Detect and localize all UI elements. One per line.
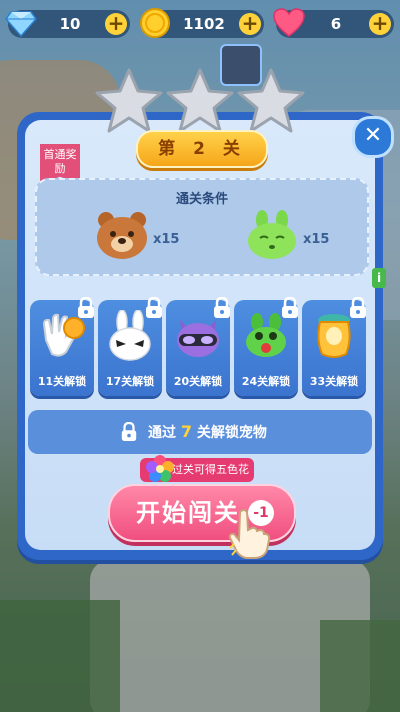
lives-counter: 6 +: [273, 8, 394, 38]
lock-icon: [144, 296, 164, 319]
star-icon: [94, 66, 164, 136]
lock-icon: [280, 296, 300, 319]
pet-unlock-label: 17关解锁: [105, 375, 155, 388]
add-lives-button[interactable]: +: [369, 13, 391, 35]
pet-slot[interactable]: 20关解锁: [166, 296, 232, 396]
lock-icon: [76, 296, 96, 319]
star-icon: [165, 66, 235, 136]
pet-unlock-label: 11关解锁: [37, 375, 87, 388]
lives-value: 6: [330, 15, 342, 33]
close-button[interactable]: ✕: [352, 116, 394, 158]
pet-unlock-label: 24关解锁: [241, 375, 291, 388]
unlock-level-count: 7: [180, 422, 193, 441]
coins-value: 1102: [183, 15, 225, 33]
goal-count: x15: [303, 232, 330, 247]
gems-value: 10: [59, 15, 81, 33]
coin-icon: [138, 6, 172, 40]
add-gems-button[interactable]: +: [105, 13, 127, 35]
bear-icon: [95, 210, 149, 264]
flower-icon: [146, 455, 174, 483]
unlock-suffix: 关解锁宠物: [192, 425, 267, 441]
goal-green-rabbit: x15: [245, 210, 345, 266]
goal-count: x15: [153, 232, 180, 247]
start-label: 开始闯关: [136, 499, 240, 527]
heart-icon: [272, 6, 306, 40]
gems-counter: 10 +: [5, 10, 130, 38]
pet-slot[interactable]: 33关解锁: [302, 296, 368, 396]
lock-icon: [212, 296, 232, 319]
pet-unlock-label: 20关解锁: [173, 375, 223, 388]
level-title: 第 2 关: [136, 130, 268, 168]
clear-conditions-box: 通关条件 x15 x15: [35, 178, 369, 276]
pet-unlock-label: 33关解锁: [309, 375, 359, 388]
coins-counter: 1102 +: [140, 8, 264, 38]
unlock-text: 通过 7 关解锁宠物: [148, 410, 267, 455]
diamond-icon: [4, 6, 38, 40]
pet-slot[interactable]: 17关解锁: [98, 296, 164, 396]
pointer-hand-icon: [226, 508, 272, 560]
lock-icon: [120, 421, 138, 442]
unlock-prefix: 通过: [148, 425, 181, 441]
pet-slot[interactable]: 11关解锁: [30, 296, 96, 396]
add-coins-button[interactable]: +: [239, 13, 261, 35]
conditions-title: 通关条件: [175, 192, 228, 207]
pet-slot[interactable]: 24关解锁: [234, 296, 300, 396]
green-rabbit-icon: [245, 210, 299, 264]
lock-icon: [348, 296, 368, 319]
goal-bear: x15: [95, 210, 195, 266]
pet-unlock-bar: 通过 7 关解锁宠物: [28, 410, 372, 454]
info-button[interactable]: i: [372, 268, 386, 288]
star-icon: [236, 66, 306, 136]
